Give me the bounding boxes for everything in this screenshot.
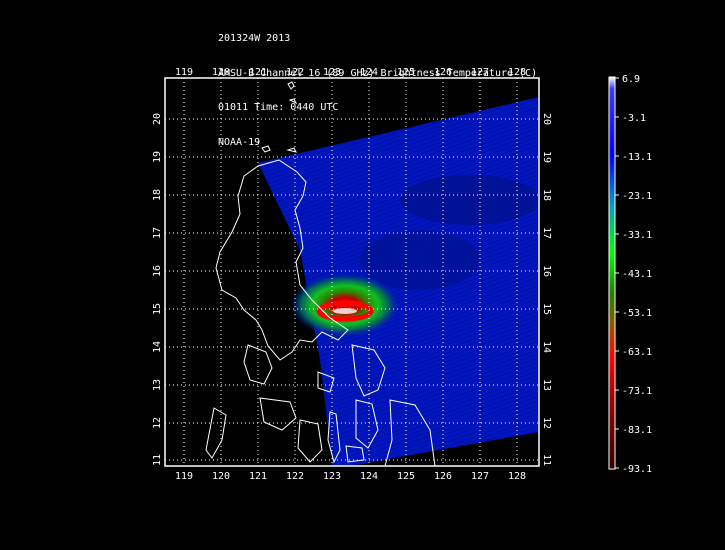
top-lon-tick: 126 xyxy=(434,67,452,78)
colorbar-label: -43.1 xyxy=(622,269,652,280)
left-lat-tick: 18 xyxy=(152,189,163,201)
top-lon-tick: 127 xyxy=(471,67,489,78)
top-lon-tick: 122 xyxy=(286,67,304,78)
colorbar-label: -63.1 xyxy=(622,347,652,358)
left-lat-tick: 12 xyxy=(152,417,163,429)
bottom-lon-tick: 126 xyxy=(434,471,452,482)
bottom-lon-tick: 121 xyxy=(249,471,267,482)
right-lat-ticks: 11 12 13 14 15 16 17 18 19 20 xyxy=(541,113,552,466)
top-lon-tick: 121 xyxy=(249,67,267,78)
top-lon-tick: 128 xyxy=(508,67,526,78)
palawan-coastline xyxy=(205,407,227,459)
right-lat-tick: 16 xyxy=(541,265,552,277)
bottom-lon-tick: 122 xyxy=(286,471,304,482)
left-lat-ticks: 11 12 13 14 15 16 17 18 19 20 xyxy=(152,113,163,466)
negros-coastline xyxy=(297,419,323,463)
colorbar-label: -93.1 xyxy=(622,464,652,475)
bottom-lon-tick: 123 xyxy=(323,471,341,482)
left-lat-tick: 16 xyxy=(152,265,163,277)
right-lat-tick: 14 xyxy=(541,341,552,353)
left-lat-tick: 20 xyxy=(152,113,163,125)
right-lat-tick: 11 xyxy=(541,454,552,466)
bottom-lon-tick: 127 xyxy=(471,471,489,482)
left-lat-tick: 11 xyxy=(152,454,163,466)
bottom-lon-tick: 120 xyxy=(212,471,230,482)
right-lat-tick: 20 xyxy=(541,113,552,125)
colorbar-label: -53.1 xyxy=(622,308,652,319)
right-lat-tick: 19 xyxy=(541,151,552,163)
batanes-islands xyxy=(287,81,298,105)
right-lat-tick: 13 xyxy=(541,379,552,391)
bottom-lon-tick: 128 xyxy=(508,471,526,482)
bottom-lon-ticks: 119 120 121 122 123 124 125 126 127 128 xyxy=(175,471,526,482)
colorbar-label: -33.1 xyxy=(622,230,652,241)
top-lon-tick: 125 xyxy=(397,67,415,78)
left-lat-tick: 13 xyxy=(152,379,163,391)
satellite-map: 119 120 121 122 123 124 125 126 127 128 … xyxy=(152,67,652,482)
top-lon-tick: 124 xyxy=(360,67,378,78)
bottom-lon-tick: 125 xyxy=(397,471,415,482)
top-lon-ticks: 119 120 121 122 123 124 125 126 127 128 xyxy=(175,67,526,78)
left-lat-tick: 14 xyxy=(152,341,163,353)
left-lat-tick: 19 xyxy=(152,151,163,163)
bottom-lon-tick: 124 xyxy=(360,471,378,482)
top-lon-tick: 120 xyxy=(212,67,230,78)
colorbar-label: -83.1 xyxy=(622,425,652,436)
colorbar-label: 6.9 xyxy=(622,74,640,85)
colorbar-label: -13.1 xyxy=(622,152,652,163)
colorbar-label: -73.1 xyxy=(622,386,652,397)
top-lon-tick: 119 xyxy=(175,67,193,78)
babuyan-islands xyxy=(261,145,297,153)
right-lat-tick: 12 xyxy=(541,417,552,429)
left-lat-tick: 15 xyxy=(152,303,163,315)
swath-layer xyxy=(258,97,539,466)
bottom-lon-tick: 119 xyxy=(175,471,193,482)
colorbar: 6.9 -3.1 -13.1 -23.1 -33.1 -43.1 -53.1 -… xyxy=(608,74,652,475)
colorbar-label: -3.1 xyxy=(622,113,646,124)
colorbar-strip xyxy=(608,76,616,470)
panay-coastline xyxy=(259,397,297,431)
right-lat-tick: 17 xyxy=(541,227,552,239)
right-lat-tick: 15 xyxy=(541,303,552,315)
top-lon-tick: 123 xyxy=(323,67,341,78)
right-lat-tick: 18 xyxy=(541,189,552,201)
left-lat-tick: 17 xyxy=(152,227,163,239)
colorbar-label: -23.1 xyxy=(622,191,652,202)
